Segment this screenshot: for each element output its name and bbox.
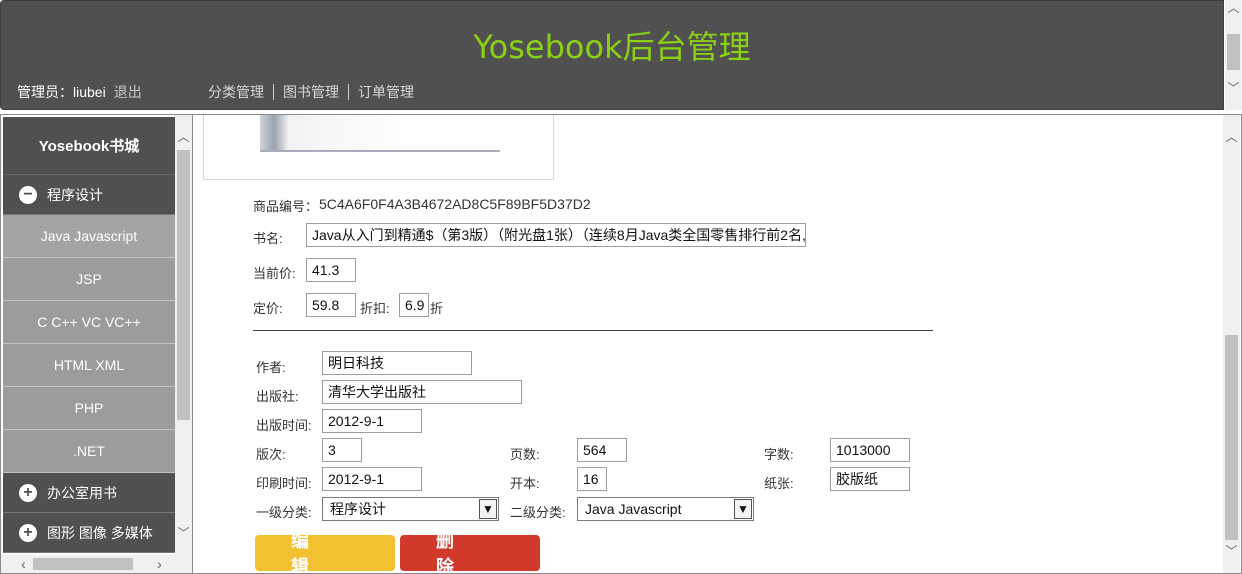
category1-label: 一级分类: <box>256 505 312 520</box>
author-field[interactable]: 明日科技 <box>322 351 472 375</box>
plus-circle-icon: + <box>19 523 37 542</box>
publisher-field[interactable]: 清华大学出版社 <box>322 380 522 404</box>
sidebar: Yosebook书城 − 程序设计 Java Javascript JSP C … <box>3 117 175 553</box>
category2-label: 二级分类: <box>510 505 566 520</box>
scroll-down-icon[interactable]: ﹀ <box>175 525 192 542</box>
publish-date-field[interactable]: 2012-9-1 <box>322 409 422 433</box>
edition-label: 版次: <box>256 447 286 462</box>
scroll-up-icon[interactable]: ︿ <box>1223 129 1240 146</box>
sidebar-item-cpp[interactable]: C C++ VC VC++ <box>3 301 175 344</box>
sidebar-item-jsp[interactable]: JSP <box>3 258 175 301</box>
sidebar-item-java[interactable]: Java Javascript <box>3 215 175 258</box>
minus-circle-icon: − <box>19 185 37 204</box>
print-date-field[interactable]: 2012-9-1 <box>322 467 422 491</box>
category1-value: 程序设计 <box>330 501 386 517</box>
nav-book-management[interactable]: 图书管理 <box>283 84 339 100</box>
plus-circle-icon: + <box>19 483 37 502</box>
sidebar-item-html[interactable]: HTML XML <box>3 344 175 387</box>
scroll-up-icon[interactable]: ︿ <box>1225 0 1242 17</box>
header-frame: Yosebook后台管理 管理员：liubei 退出 分类管理 图书管理 订单管理 ︿… <box>0 0 1242 112</box>
discount-label: 折扣: <box>360 301 390 316</box>
discount-field[interactable]: 6.9 <box>399 293 429 317</box>
paper-label: 纸张: <box>764 476 794 491</box>
current-price-label: 当前价: <box>253 266 296 281</box>
sidebar-vertical-scrollbar[interactable]: ︿ ﹀ <box>175 115 192 555</box>
words-field[interactable]: 1013000 <box>830 438 910 462</box>
scroll-down-icon[interactable]: ﹀ <box>1225 80 1242 97</box>
category1-select[interactable]: 程序设计 ▼ <box>322 497 499 521</box>
pages-field[interactable]: 564 <box>577 438 627 462</box>
sidebar-item-php[interactable]: PHP <box>3 387 175 430</box>
scroll-left-icon[interactable]: ‹ <box>15 555 32 573</box>
main-vertical-scrollbar[interactable]: ︿ ﹀ <box>1223 115 1240 573</box>
category2-value: Java Javascript <box>585 501 682 517</box>
logout-link[interactable]: 退出 <box>114 84 142 100</box>
scroll-thumb[interactable] <box>1225 335 1238 540</box>
header-scrollbar[interactable]: ︿ ﹀ <box>1225 0 1242 110</box>
product-id-value: 5C4A6F0F4A3B4672AD8C5F89BF5D37D2 <box>319 196 591 212</box>
edition-field[interactable]: 3 <box>322 438 362 462</box>
sidebar-item-dotnet[interactable]: .NET <box>3 430 175 473</box>
chevron-down-icon[interactable]: ▼ <box>479 499 497 519</box>
scroll-down-icon[interactable]: ﹀ <box>1223 543 1240 560</box>
scroll-up-icon[interactable]: ︿ <box>175 129 192 146</box>
words-label: 字数: <box>764 447 794 462</box>
divider <box>253 330 933 331</box>
top-nav: 分类管理 图书管理 订单管理 <box>208 82 414 102</box>
admin-info: 管理员：liubei 退出 <box>17 82 142 102</box>
author-label: 作者: <box>256 360 286 375</box>
scroll-right-icon[interactable]: › <box>151 555 168 573</box>
edit-button[interactable]: 编辑 <box>255 531 395 573</box>
pages-label: 页数: <box>510 447 540 462</box>
scroll-thumb[interactable] <box>33 558 133 570</box>
main-frame: 商品编号： 5C4A6F0F4A3B4672AD8C5F89BF5D37D2 书… <box>193 114 1242 574</box>
sidebar-category-programming[interactable]: − 程序设计 <box>3 175 175 215</box>
discount-suffix: 折 <box>430 301 444 316</box>
category-label: 图形 图像 多媒体 <box>47 524 153 541</box>
book-name-label: 书名: <box>253 231 283 246</box>
nav-separator <box>273 84 274 100</box>
site-title: Yosebook后台管理 <box>473 28 751 66</box>
list-price-field[interactable]: 59.8 <box>306 293 356 317</box>
paper-field[interactable]: 胶版纸 <box>830 467 910 491</box>
list-price-label: 定价: <box>253 301 283 316</box>
nav-order-management[interactable]: 订单管理 <box>358 84 414 100</box>
scroll-thumb[interactable] <box>177 150 190 420</box>
publish-date-label: 出版时间: <box>256 418 312 433</box>
book-cover-image <box>203 115 554 180</box>
current-price-field[interactable]: 41.3 <box>306 258 356 282</box>
publisher-label: 出版社: <box>256 389 299 404</box>
chevron-down-icon[interactable]: ▼ <box>734 499 752 519</box>
category-label: 程序设计 <box>47 186 103 203</box>
format-label: 开本: <box>510 476 540 491</box>
sidebar-brand[interactable]: Yosebook书城 <box>3 117 175 175</box>
print-date-label: 印刷时间: <box>256 476 312 491</box>
format-field[interactable]: 16 <box>577 467 607 491</box>
category-label: 办公室用书 <box>47 484 117 501</box>
scroll-thumb[interactable] <box>1227 34 1240 70</box>
admin-label: 管理员：liubei <box>17 84 106 100</box>
category2-select[interactable]: Java Javascript ▼ <box>577 497 754 521</box>
nav-category-management[interactable]: 分类管理 <box>208 84 264 100</box>
sidebar-frame: Yosebook书城 − 程序设计 Java Javascript JSP C … <box>0 114 193 574</box>
book-name-field[interactable]: Java从入门到精通$（第3版）（附光盘1张）（连续8月Java类全国零售排行前… <box>306 223 806 247</box>
product-id-label: 商品编号： <box>253 199 319 214</box>
sidebar-category-office[interactable]: + 办公室用书 <box>3 473 175 513</box>
delete-button[interactable]: 删除 <box>400 531 540 573</box>
sidebar-category-graphics[interactable]: + 图形 图像 多媒体 <box>3 513 175 553</box>
sidebar-horizontal-scrollbar[interactable]: ‹ › <box>1 555 192 573</box>
nav-separator <box>348 84 349 100</box>
